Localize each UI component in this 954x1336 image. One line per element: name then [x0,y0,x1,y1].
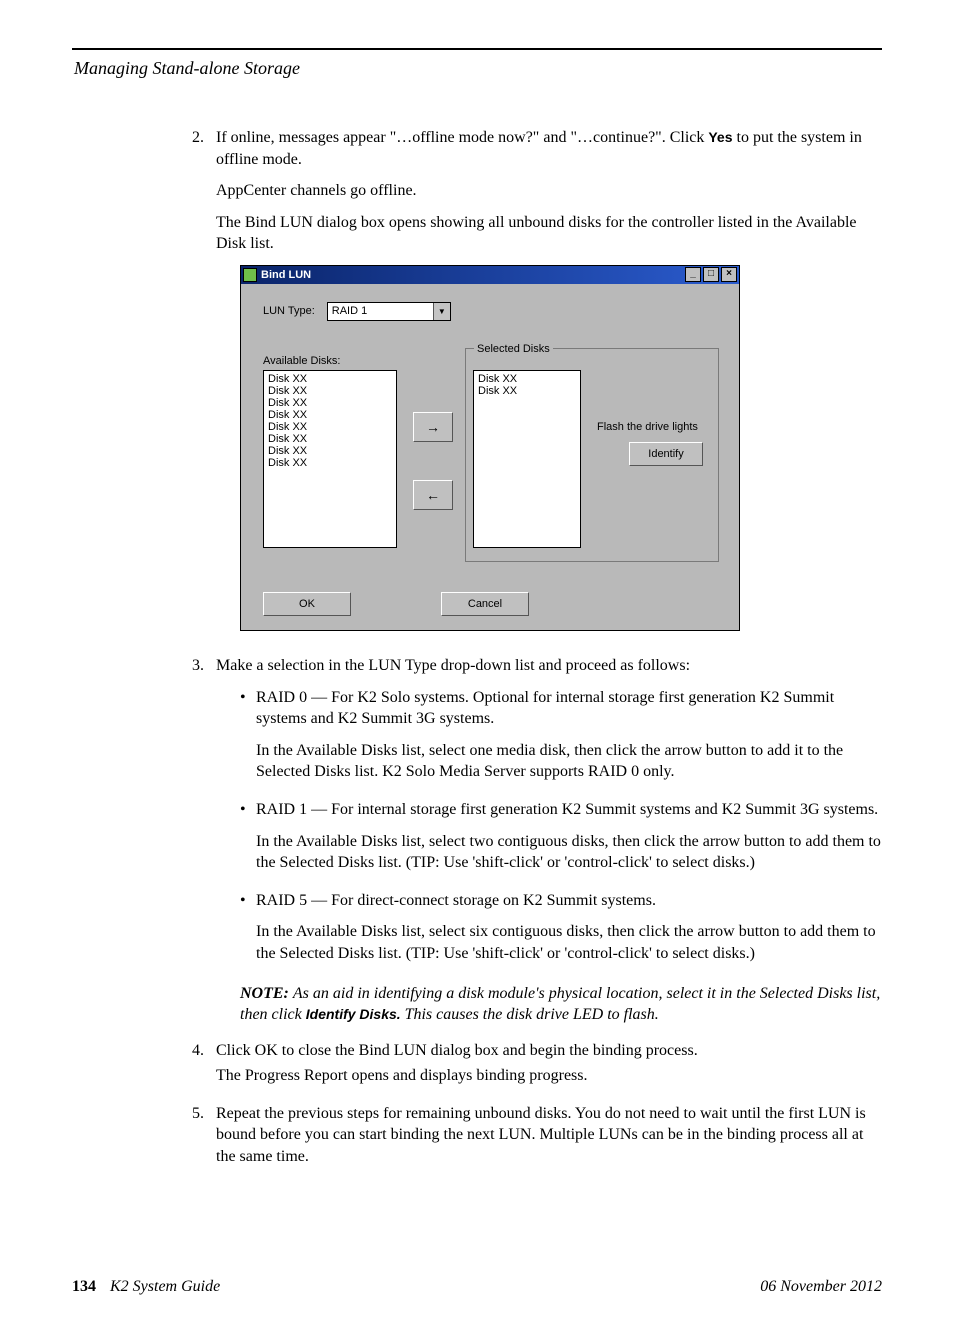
raid1-line1: RAID 1 — For internal storage first gene… [256,799,882,821]
move-left-button[interactable]: ← [413,480,453,510]
list-item[interactable]: Disk XX [268,421,392,433]
step-4: 4. Click OK to close the Bind LUN dialog… [192,1040,882,1097]
step-3-intro: Make a selection in the LUN Type drop-do… [216,655,882,677]
list-item[interactable]: Disk XX [268,445,392,457]
lun-type-label: LUN Type: [263,304,315,319]
maximize-button[interactable]: □ [703,267,719,282]
raid5-line1: RAID 5 — For direct-connect storage on K… [256,890,882,912]
bind-lun-dialog: Bind LUN _ □ × LUN Type: RAID 1 ▼ [240,265,740,631]
raid0-line2: In the Available Disks list, select one … [256,740,882,783]
ok-button[interactable]: OK [263,592,351,616]
bullet-icon: • [240,687,256,793]
list-item[interactable]: Disk XX [268,385,392,397]
list-item[interactable]: Disk XX [478,385,576,397]
page-number: 134 [72,1278,96,1295]
guide-title: K2 System Guide [110,1278,220,1295]
bullet-icon: • [240,890,256,975]
step-5: 5. Repeat the previous steps for remaini… [192,1103,882,1178]
step-2: 2. If online, messages appear "…offline … [192,127,882,649]
text: If online, messages appear "…offline mod… [216,129,708,146]
main-content: 2. If online, messages appear "…offline … [192,127,882,1178]
available-disks-list[interactable]: Disk XX Disk XX Disk XX Disk XX Disk XX … [263,370,397,548]
list-item[interactable]: Disk XX [268,373,392,385]
raid1-item: • RAID 1 — For internal storage first ge… [240,799,882,884]
note-label: NOTE: [240,985,293,1002]
arrow-left-icon: ← [426,486,440,505]
raid0-line1: RAID 0 — For K2 Solo systems. Optional f… [256,687,882,730]
bind-lun-dialog-figure: Bind LUN _ □ × LUN Type: RAID 1 ▼ [240,265,882,631]
step-number: 3. [192,655,216,1034]
close-button[interactable]: × [721,267,737,282]
selected-disks-label: Selected Disks [474,342,553,357]
step-number: 4. [192,1040,216,1097]
titlebar: Bind LUN _ □ × [241,266,739,284]
identify-disks-label: Identify Disks. [306,1006,405,1022]
flash-lights-label: Flash the drive lights [597,420,698,435]
step-5-line1: Repeat the previous steps for remaining … [216,1103,882,1168]
list-item[interactable]: Disk XX [268,433,392,445]
chevron-down-icon[interactable]: ▼ [433,303,450,320]
list-item[interactable]: Disk XX [268,409,392,421]
lun-type-dropdown[interactable]: RAID 1 ▼ [327,302,451,321]
note-part2: This causes the disk drive LED to flash. [405,1006,659,1023]
raid0-item: • RAID 0 — For K2 Solo systems. Optional… [240,687,882,793]
cancel-button[interactable]: Cancel [441,592,529,616]
selected-disks-list[interactable]: Disk XX Disk XX [473,370,581,548]
list-item[interactable]: Disk XX [268,397,392,409]
raid1-line2: In the Available Disks list, select two … [256,831,882,874]
bullet-icon: • [240,799,256,884]
list-item[interactable]: Disk XX [478,373,576,385]
minimize-button[interactable]: _ [685,267,701,282]
step-4-line2: The Progress Report opens and displays b… [216,1065,882,1087]
identify-button[interactable]: Identify [629,442,703,466]
available-disks-label: Available Disks: [263,354,340,369]
note-block: NOTE: As an aid in identifying a disk mo… [240,983,882,1026]
step-number: 2. [192,127,216,649]
section-title: Managing Stand-alone Storage [74,58,882,79]
step-4-line1: Click OK to close the Bind LUN dialog bo… [216,1040,882,1062]
move-right-button[interactable]: → [413,412,453,442]
raid5-line2: In the Available Disks list, select six … [256,921,882,964]
list-item[interactable]: Disk XX [268,457,392,469]
yes-label: Yes [708,129,732,145]
raid5-item: • RAID 5 — For direct-connect storage on… [240,890,882,975]
step-2-line2: AppCenter channels go offline. [216,180,882,202]
step-2-line1: If online, messages appear "…offline mod… [216,127,882,170]
app-icon [243,268,257,282]
lun-type-value: RAID 1 [332,304,367,319]
footer-date: 06 November 2012 [760,1278,882,1296]
step-3: 3. Make a selection in the LUN Type drop… [192,655,882,1034]
step-number: 5. [192,1103,216,1178]
page-footer: 134 K2 System Guide 06 November 2012 [72,1278,882,1296]
arrow-right-icon: → [426,418,440,437]
dialog-title: Bind LUN [261,268,683,283]
header-rule [72,48,882,50]
step-2-line3: The Bind LUN dialog box opens showing al… [216,212,882,255]
